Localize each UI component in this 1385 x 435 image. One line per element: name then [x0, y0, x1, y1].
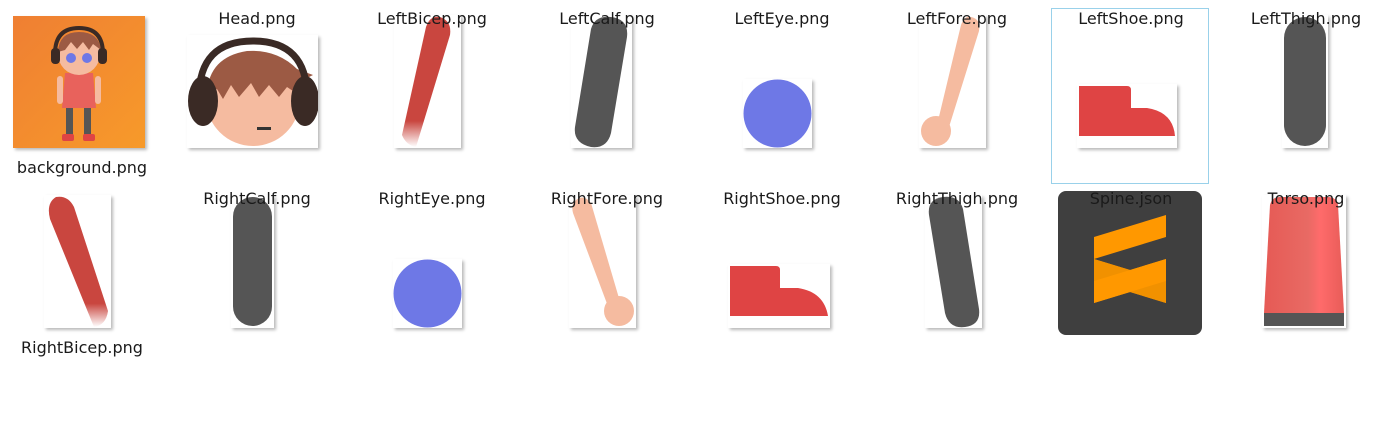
file-item-right-thigh[interactable]: RightThigh.png [877, 188, 1035, 364]
file-name: LeftFore.png [906, 9, 1008, 28]
file-name: LeftShoe.png [1078, 9, 1184, 28]
file-item-right-bicep[interactable]: RightBicep.png [2, 188, 160, 364]
file-item-right-fore[interactable]: RightFore.png [527, 188, 685, 364]
file-name: LeftBicep.png [377, 9, 487, 28]
file-name: Torso.png [1267, 189, 1345, 208]
left-calf-thumbnail [571, 15, 632, 148]
file-name: RightShoe.png [723, 189, 841, 208]
file-name: RightEye.png [378, 189, 486, 208]
right-shoe-thumbnail [728, 264, 830, 328]
file-item-right-calf[interactable]: RightCalf.png [177, 188, 335, 364]
file-item-right-shoe[interactable]: RightShoe.png [702, 188, 860, 364]
right-bicep-thumbnail [44, 195, 111, 328]
right-thigh-thumbnail [925, 195, 982, 328]
right-eye-thumbnail [393, 259, 462, 328]
file-item-right-eye[interactable]: RightEye.png [352, 188, 510, 364]
file-item-left-calf[interactable]: LeftCalf.png [527, 8, 685, 184]
file-item-left-fore[interactable]: LeftFore.png [877, 8, 1035, 184]
file-name: RightThigh.png [895, 189, 1019, 208]
head-thumbnail [187, 35, 318, 148]
file-item-left-eye[interactable]: LeftEye.png [702, 8, 860, 184]
file-grid: background.png Head.png LeftBicep.png Le… [0, 0, 1385, 435]
left-fore-thumbnail [919, 15, 986, 148]
file-name: LeftCalf.png [559, 9, 655, 28]
file-name: LeftThigh.png [1250, 9, 1362, 28]
left-shoe-thumbnail [1077, 84, 1177, 148]
file-item-background[interactable]: background.png [2, 8, 160, 184]
file-item-torso[interactable]: Torso.png [1226, 188, 1384, 364]
left-bicep-thumbnail [394, 15, 461, 148]
right-fore-thumbnail [569, 195, 636, 328]
file-name: RightBicep.png [21, 338, 143, 357]
file-name: RightFore.png [550, 189, 664, 208]
file-name: Head.png [218, 9, 296, 28]
background-thumbnail [13, 16, 145, 148]
sublime-text-icon [1058, 191, 1202, 335]
left-eye-thumbnail [743, 79, 812, 148]
file-item-left-bicep[interactable]: LeftBicep.png [352, 8, 510, 184]
torso-thumbnail [1262, 195, 1346, 328]
file-name: Spine.json [1089, 189, 1173, 208]
file-item-spine-json[interactable]: Spine.json [1051, 188, 1209, 364]
file-name: LeftEye.png [734, 9, 830, 28]
file-name: background.png [16, 158, 148, 177]
right-calf-thumbnail [231, 195, 274, 328]
file-item-head[interactable]: Head.png [177, 8, 335, 184]
file-item-left-shoe[interactable]: LeftShoe.png [1051, 8, 1209, 184]
file-name: RightCalf.png [203, 189, 311, 208]
left-thigh-thumbnail [1282, 15, 1328, 148]
file-item-left-thigh[interactable]: LeftThigh.png [1226, 8, 1384, 184]
